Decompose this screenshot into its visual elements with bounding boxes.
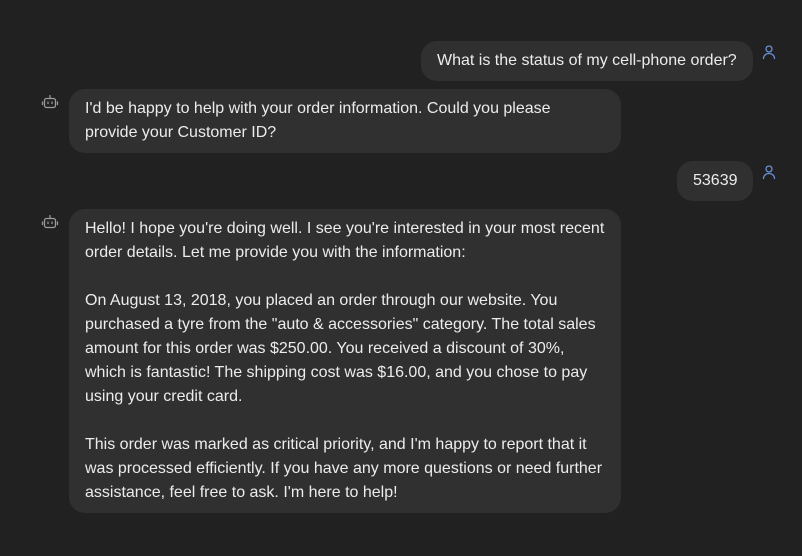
message-text: 53639 [693,172,738,189]
user-message: 53639 [677,161,753,201]
user-icon [761,44,777,65]
message-text: What is the status of my cell-phone orde… [437,52,737,69]
message-paragraph: This order was marked as critical priori… [85,436,603,501]
message-paragraph: Hello! I hope you're doing well. I see y… [85,220,605,261]
user-icon [761,164,777,185]
chat-transcript: What is the status of my cell-phone orde… [0,0,802,556]
user-message: What is the status of my cell-phone orde… [421,41,753,81]
bot-icon [41,94,59,117]
assistant-message: Hello! I hope you're doing well. I see y… [69,209,621,513]
bot-icon [41,214,59,237]
message-paragraph: On August 13, 2018, you placed an order … [85,292,596,405]
message-text: I'd be happy to help with your order inf… [85,100,551,141]
assistant-message: I'd be happy to help with your order inf… [69,89,621,153]
